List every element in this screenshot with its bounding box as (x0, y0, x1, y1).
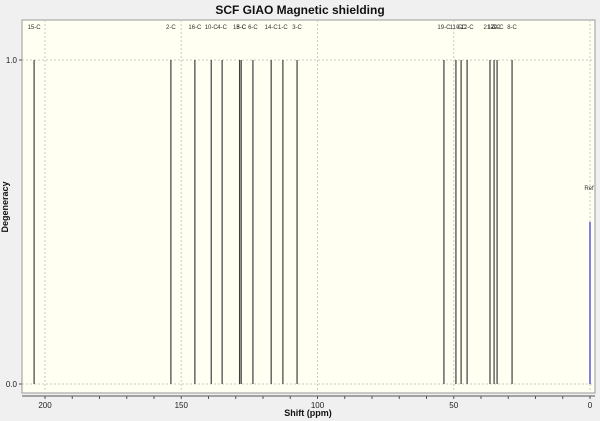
y-tick-label: 1.0 (6, 56, 18, 65)
x-tick-label: 150 (175, 401, 189, 410)
x-tick-label: 0 (588, 401, 593, 410)
y-tick-label: 0.0 (6, 380, 18, 389)
peak-label: 5-C (236, 25, 246, 31)
peak-label: 8-C (507, 25, 517, 31)
peak-label: 12-C (461, 25, 475, 31)
peak-label: 14-C (265, 25, 279, 31)
peak-label: 1-C (278, 25, 288, 31)
x-axis-title: Shift (ppm) (284, 408, 332, 418)
x-tick-label: 50 (449, 401, 458, 410)
spectrum-chart: 200 150 100 50 0Shift (ppm)0.01.0Degeneracy1… (0, 19, 596, 418)
y-axis-title: Degeneracy (0, 181, 10, 232)
peak-label: 20-C (491, 25, 505, 31)
peak-label: 6-C (248, 25, 258, 31)
peak-label: 16-C (188, 25, 202, 31)
reference-label: Ref (584, 186, 594, 192)
peak-label: 3-C (292, 25, 302, 31)
peak-label: 15-C (28, 25, 42, 31)
plot-area (21, 19, 596, 394)
x-tick-label: 200 (38, 401, 52, 410)
peak-label: 2-C (166, 25, 176, 31)
peak-label: 4-C (217, 25, 227, 31)
